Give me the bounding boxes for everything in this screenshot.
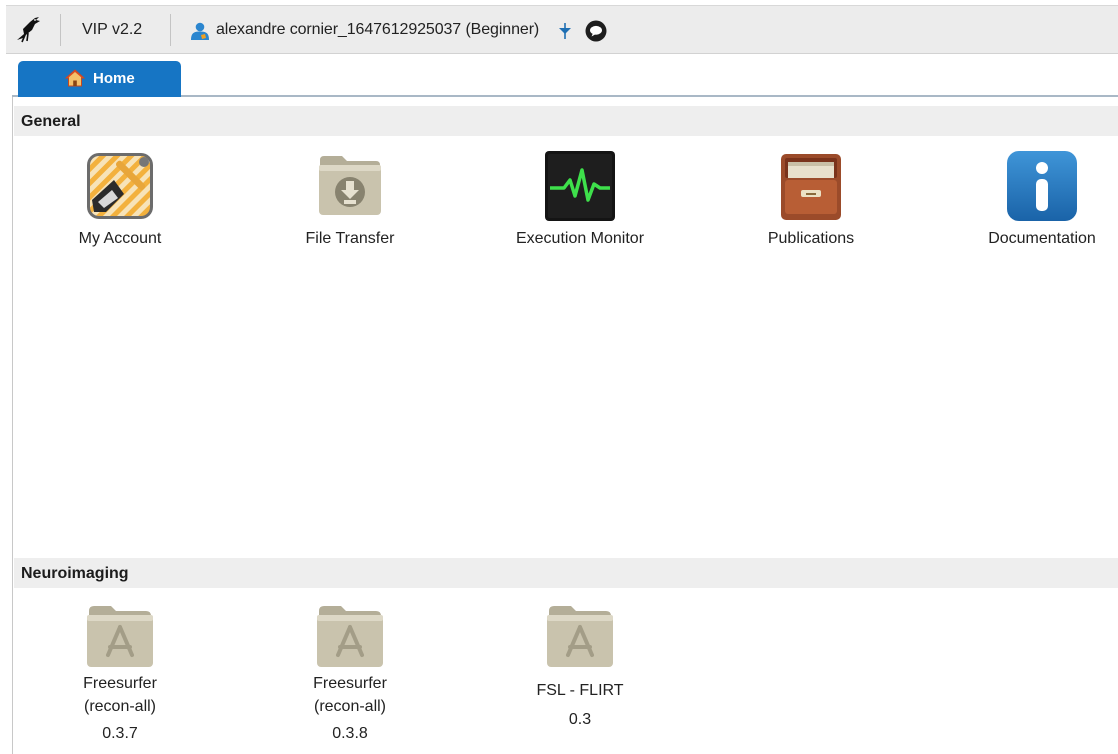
toolbar-separator — [170, 14, 171, 46]
section-title: General — [21, 113, 81, 130]
app-freesurfer-0-3-7[interactable]: Freesurfer (recon-all) 0.3.7 — [20, 603, 220, 745]
app-version: VIP v2.2 — [82, 21, 143, 38]
app-name-line2: (recon-all) — [313, 698, 386, 715]
app-my-account[interactable]: My Account — [20, 150, 220, 250]
application-folder-icon — [317, 606, 383, 667]
section-title: Neuroimaging — [21, 565, 129, 582]
toolbar-separator — [60, 14, 61, 46]
section-header-general: General — [14, 106, 1118, 136]
tab-home[interactable]: Home — [18, 61, 181, 97]
app-documentation[interactable]: Documentation — [942, 150, 1118, 250]
app-name-line1: Freesurfer — [313, 675, 387, 692]
user-name-label: alexandre cornier_1647612925037 (Beginne… — [216, 21, 540, 38]
app-name-line2: (recon-all) — [83, 698, 156, 715]
app-fsl-flirt[interactable]: FSL - FLIRT 0.3 — [480, 603, 680, 731]
app-publications[interactable]: Publications — [711, 150, 911, 250]
bird-logo-icon[interactable] — [14, 14, 44, 44]
app-label: My Account — [78, 230, 162, 247]
tab-strip: Home — [12, 61, 1118, 97]
application-folder-icon — [87, 606, 153, 667]
chat-bubble-icon[interactable] — [585, 20, 607, 42]
app-execution-monitor[interactable]: Execution Monitor — [480, 150, 680, 250]
app-version: 0.3 — [568, 711, 592, 728]
app-name-line1: FSL - FLIRT — [536, 682, 624, 699]
application-folder-icon — [547, 606, 613, 667]
app-label: Publications — [767, 230, 855, 247]
info-icon — [1007, 151, 1077, 221]
home-icon — [65, 69, 85, 87]
download-folder-icon — [319, 156, 381, 215]
top-toolbar: VIP v2.2 alexandre cornier_1647612925037… — [6, 5, 1118, 54]
app-version: 0.3.8 — [332, 725, 368, 742]
filing-cabinet-icon — [781, 154, 841, 220]
section-header-neuroimaging: Neuroimaging — [14, 558, 1118, 588]
tab-home-label: Home — [93, 70, 135, 87]
app-freesurfer-0-3-8[interactable]: Freesurfer (recon-all) 0.3.8 — [250, 603, 450, 745]
app-file-transfer[interactable]: File Transfer — [250, 150, 450, 250]
user-icon — [191, 22, 209, 40]
account-settings-icon — [87, 153, 153, 219]
home-content: General My Account File Transfer Executi… — [12, 97, 1118, 754]
app-label: Execution Monitor — [515, 230, 645, 247]
activity-monitor-icon — [545, 151, 615, 221]
dropdown-arrow-icon[interactable] — [557, 22, 573, 40]
app-label: Documentation — [988, 230, 1096, 247]
app-name-line1: Freesurfer — [83, 675, 157, 692]
app-label: File Transfer — [305, 230, 395, 247]
app-version: 0.3.7 — [102, 725, 138, 742]
